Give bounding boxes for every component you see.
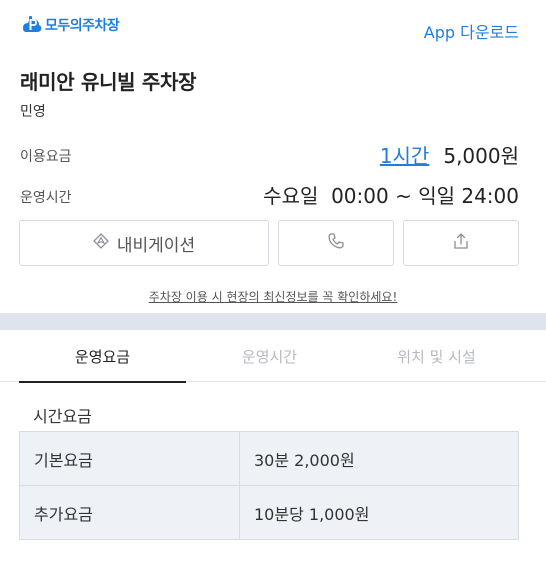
logo-text: 모두의주차장 <box>45 18 120 34</box>
fee-label: 이용요금 <box>20 149 72 165</box>
tab-bar: 운영요금 운영시간 위치 및 시설 <box>0 330 546 383</box>
hours-value: 수요일 00:00 ~ 익일 24:00 <box>263 184 519 208</box>
tab-operating-hours[interactable]: 운영시간 <box>186 330 353 382</box>
hours-label: 운영시간 <box>20 190 72 206</box>
tab-location-facilities[interactable]: 위치 및 시설 <box>353 330 520 382</box>
tab-operating-fee[interactable]: 운영요금 <box>19 330 186 383</box>
navigation-diamond-icon <box>92 233 109 253</box>
notice-text[interactable]: 주차장 이용 시 현장의 최신정보를 꼭 확인하세요! <box>149 290 398 304</box>
fee-price: 5,000원 <box>443 144 519 168</box>
fee-row-label: 추가요금 <box>19 485 240 540</box>
section-title: 시간요금 <box>33 407 92 426</box>
table-row: 기본요금 30분 2,000원 <box>19 431 519 486</box>
table-row: 추가요금 10분당 1,000원 <box>19 485 519 540</box>
call-button[interactable] <box>278 220 394 266</box>
fee-table: 기본요금 30분 2,000원 추가요금 10분당 1,000원 <box>19 431 519 540</box>
app-download-link[interactable]: App 다운로드 <box>424 19 519 43</box>
fee-row-value: 10분당 1,000원 <box>239 485 519 540</box>
header: 모두의주차장 App 다운로드 <box>0 0 546 58</box>
fee-value: 1시간 5,000원 <box>380 140 519 169</box>
phone-icon <box>327 232 345 254</box>
logo[interactable]: 모두의주차장 <box>20 14 120 36</box>
navigation-button-label: 내비게이션 <box>116 235 196 256</box>
fee-row-value: 30분 2,000원 <box>239 431 519 486</box>
share-icon <box>452 232 470 254</box>
parking-logo-icon <box>20 14 42 36</box>
parking-name: 래미안 유니빌 주차장 <box>20 70 197 94</box>
share-button[interactable] <box>403 220 519 266</box>
fee-duration-link[interactable]: 1시간 <box>380 140 430 169</box>
notice: 주차장 이용 시 현장의 최신정보를 꼭 확인하세요! <box>0 288 546 305</box>
parking-type: 민영 <box>20 104 46 120</box>
fee-row-label: 기본요금 <box>19 431 240 486</box>
section-divider <box>0 313 546 330</box>
navigation-button[interactable]: 내비게이션 <box>19 220 269 266</box>
